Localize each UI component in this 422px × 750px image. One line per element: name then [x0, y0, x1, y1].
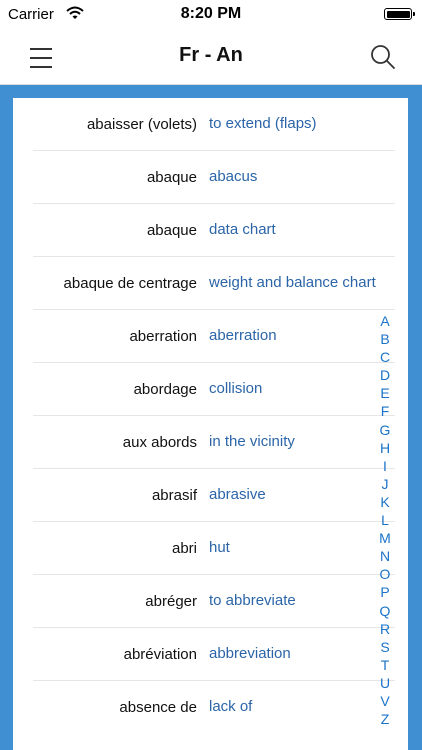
- french-term: abréviation: [123, 645, 197, 663]
- english-translation: aberration: [209, 327, 277, 344]
- english-translation: weight and balance chart: [209, 274, 376, 291]
- index-letter[interactable]: O: [380, 565, 391, 583]
- french-term: absence de: [119, 698, 197, 716]
- index-letter[interactable]: R: [380, 620, 390, 638]
- entry-list[interactable]: abaisser (volets) to extend (flaps) abaqu…: [33, 98, 395, 733]
- index-letter[interactable]: V: [380, 692, 389, 710]
- english-translation: lack of: [209, 698, 253, 715]
- entry-row[interactable]: abaque de centrage weight and balance cha…: [33, 257, 395, 310]
- english-translation: data chart: [209, 221, 276, 238]
- index-letter[interactable]: A: [380, 312, 389, 330]
- entry-row[interactable]: aberration aberration: [33, 310, 395, 363]
- index-letter[interactable]: Z: [381, 710, 390, 728]
- navigation-bar: Fr - An: [0, 30, 422, 85]
- english-translation: abrasive: [209, 486, 266, 503]
- index-letter[interactable]: C: [380, 348, 390, 366]
- french-term: abordage: [133, 380, 197, 398]
- index-letter[interactable]: B: [380, 330, 389, 348]
- french-term: abaque: [146, 168, 197, 186]
- english-translation: to abbreviate: [209, 592, 296, 609]
- english-translation: abacus: [209, 168, 258, 185]
- entry-row[interactable]: abréger to abbreviate: [33, 575, 395, 628]
- index-letter[interactable]: T: [381, 656, 390, 674]
- index-letter[interactable]: N: [380, 547, 390, 565]
- entry-row[interactable]: abordage collision: [33, 363, 395, 416]
- page-title: Fr - An: [179, 44, 243, 66]
- entry-row[interactable]: abaque abacus: [33, 151, 395, 204]
- english-translation: collision: [209, 380, 263, 397]
- dictionary-panel: abaisser (volets) to extend (flaps) abaqu…: [13, 98, 408, 750]
- french-term: abrasif: [151, 486, 197, 504]
- french-term: aux abords: [122, 433, 197, 451]
- french-term: abaisser (volets): [86, 115, 197, 133]
- entry-row[interactable]: abaque data chart: [33, 204, 395, 257]
- french-term: aberration: [129, 327, 197, 345]
- entry-row[interactable]: abrasif abrasive: [33, 469, 395, 522]
- french-term: abréger: [145, 592, 197, 610]
- index-letter[interactable]: F: [381, 402, 390, 420]
- index-letter[interactable]: H: [380, 439, 390, 457]
- battery-icon: [384, 8, 415, 20]
- index-letter[interactable]: G: [380, 421, 391, 439]
- french-term: abaque de centrage: [63, 274, 197, 292]
- french-term: abaque: [146, 221, 197, 239]
- index-letter[interactable]: M: [379, 529, 391, 547]
- index-letter[interactable]: S: [380, 638, 389, 656]
- status-time: 8:20 PM: [180, 5, 242, 22]
- index-letter[interactable]: Q: [380, 602, 391, 620]
- french-term: abri: [171, 539, 197, 557]
- index-letter[interactable]: J: [382, 475, 389, 493]
- entry-row[interactable]: aux abords in the vicinity: [33, 416, 395, 469]
- english-translation: to extend (flaps): [209, 115, 317, 132]
- entry-row[interactable]: absence de lack of: [33, 681, 395, 733]
- index-letter[interactable]: P: [380, 583, 389, 601]
- status-bar: Carrier 8:20 PM: [0, 0, 422, 30]
- english-translation: abbreviation: [209, 645, 291, 662]
- entry-row[interactable]: abréviation abbreviation: [33, 628, 395, 681]
- entry-row[interactable]: abaisser (volets) to extend (flaps): [33, 98, 395, 151]
- index-letter[interactable]: L: [381, 511, 389, 529]
- index-letter[interactable]: I: [383, 457, 387, 475]
- english-translation: in the vicinity: [209, 433, 295, 450]
- english-translation: hut: [209, 539, 230, 556]
- index-letter[interactable]: K: [380, 493, 389, 511]
- index-letter[interactable]: U: [380, 674, 390, 692]
- index-letter[interactable]: E: [380, 384, 389, 402]
- search-button[interactable]: [368, 42, 398, 72]
- search-icon: [371, 45, 395, 69]
- index-letter[interactable]: D: [380, 366, 390, 384]
- alphabet-index[interactable]: A B C D E F G H I J K L M N O P Q R S T …: [376, 312, 394, 728]
- entry-row[interactable]: abri hut: [33, 522, 395, 575]
